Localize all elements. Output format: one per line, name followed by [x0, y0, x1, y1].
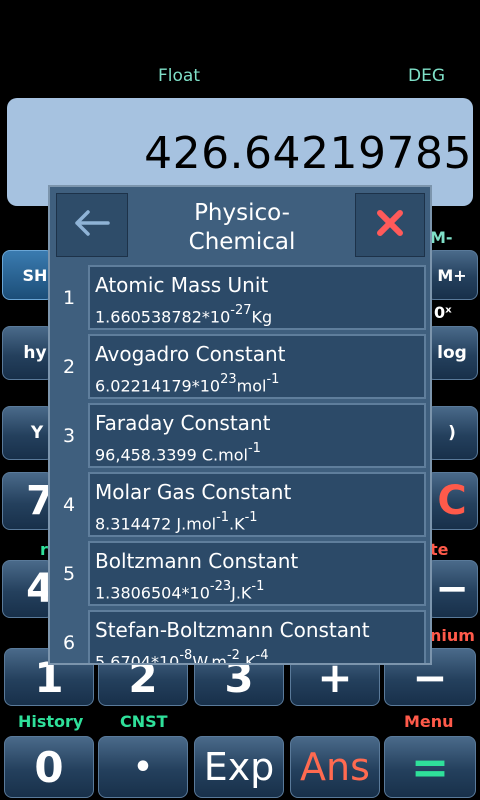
menu-label: Menu	[404, 712, 454, 731]
angle-mode-label: DEG	[408, 66, 446, 86]
close-paren-button[interactable]: )	[426, 406, 478, 460]
constant-value: 6.02214179*1023mol-1	[95, 372, 280, 396]
m-minus-label: M-	[430, 228, 453, 247]
log-button[interactable]: log	[426, 326, 478, 380]
item-number: 1	[62, 286, 76, 309]
back-arrow-icon	[72, 209, 112, 241]
decimal-button[interactable]: •	[98, 736, 188, 798]
constant-value: 5.6704*10-8W.m-2.K-4	[95, 648, 269, 665]
shift-button[interactable]: SH	[2, 250, 54, 300]
constant-name: Atomic Mass Unit	[95, 273, 269, 297]
item-number: 5	[62, 562, 76, 585]
dialog-title: Physico- Chemical	[188, 200, 296, 255]
cnst-label: CNST	[120, 712, 168, 731]
constants-dialog: Physico- Chemical 1 Atomic Mass Unit 1.6…	[48, 185, 432, 665]
item-number: 3	[62, 424, 76, 447]
nium-label: nium	[430, 626, 475, 645]
exp-button[interactable]: Exp	[194, 736, 284, 798]
close-button[interactable]	[355, 193, 425, 257]
list-item[interactable]: 3 Faraday Constant 96,458.3399 C.mol-1	[50, 401, 430, 470]
hyp-button[interactable]: hy	[2, 326, 54, 380]
m-plus-button[interactable]: M+	[426, 250, 478, 300]
constant-name: Molar Gas Constant	[95, 480, 292, 504]
zero-x-label: 0ˣ	[434, 303, 452, 322]
equals-button[interactable]: =	[384, 736, 476, 798]
constant-name: Boltzmann Constant	[95, 549, 299, 573]
minus-button-upper[interactable]: −	[426, 560, 478, 618]
mode-label: Float	[158, 66, 200, 86]
constant-value: 96,458.3399 C.mol-1	[95, 441, 261, 465]
constant-name: Faraday Constant	[95, 411, 271, 435]
constant-value: 8.314472 J.mol-1.K-1	[95, 510, 258, 534]
close-icon	[375, 208, 405, 242]
y-power-button[interactable]: Y	[2, 406, 54, 460]
constant-value: 1.660538782*10-27Kg	[95, 303, 273, 327]
list-item[interactable]: 5 Boltzmann Constant 1.3806504*10-23J.K-…	[50, 539, 430, 608]
constant-value: 1.3806504*10-23J.K-1	[95, 579, 265, 603]
list-item[interactable]: 2 Avogadro Constant 6.02214179*1023mol-1	[50, 332, 430, 401]
ans-button[interactable]: Ans	[290, 736, 380, 798]
list-item[interactable]: 4 Molar Gas Constant 8.314472 J.mol-1.K-…	[50, 470, 430, 539]
item-number: 2	[62, 355, 76, 378]
constant-name: Stefan-Boltzmann Constant	[95, 618, 370, 642]
display-value: 426.64219785	[144, 128, 472, 179]
list-item[interactable]: 1 Atomic Mass Unit 1.660538782*10-27Kg	[50, 263, 430, 332]
te-label: te	[430, 540, 449, 559]
zero-button[interactable]: 0	[4, 736, 94, 798]
seven-button[interactable]: 7	[2, 472, 54, 530]
clear-button[interactable]: C	[426, 472, 478, 530]
four-button[interactable]: 4	[2, 560, 54, 618]
list-item[interactable]: 6 Stefan-Boltzmann Constant 5.6704*10-8W…	[50, 608, 430, 665]
dialog-header: Physico- Chemical	[50, 187, 430, 263]
back-button[interactable]	[56, 193, 128, 257]
history-label: History	[18, 712, 84, 731]
item-number: 6	[62, 631, 76, 654]
constant-name: Avogadro Constant	[95, 342, 286, 366]
item-number: 4	[62, 493, 76, 516]
r-label: r	[40, 540, 48, 559]
